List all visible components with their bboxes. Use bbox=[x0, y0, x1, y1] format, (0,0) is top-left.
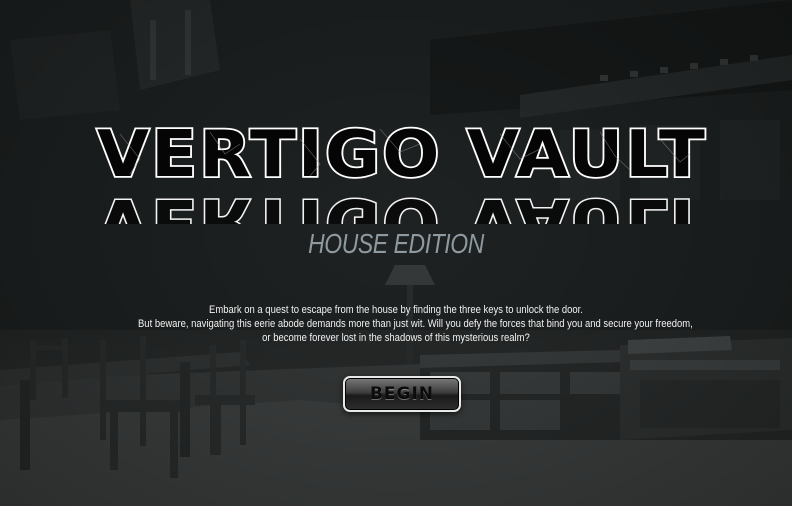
game-title-text: VERTIGO VAULT bbox=[97, 118, 707, 192]
intro-line-3: or become forever lost in the shadows of… bbox=[262, 332, 530, 344]
intro-line-2: But beware, navigating this eerie abode … bbox=[138, 318, 693, 330]
intro-text: Embark on a quest to escape from the hou… bbox=[138, 303, 693, 345]
intro-line-1: Embark on a quest to escape from the hou… bbox=[209, 304, 583, 316]
game-title-logo: VERTIGO VAULT VERTIGO VAULT bbox=[0, 104, 792, 224]
game-subtitle: HOUSE EDITION bbox=[308, 228, 484, 259]
begin-button-label: BEGIN bbox=[369, 384, 435, 404]
begin-button[interactable]: BEGIN bbox=[343, 376, 461, 412]
title-screen: VERTIGO VAULT VERTIGO VAULT HOUSE EDITIO… bbox=[0, 0, 792, 506]
